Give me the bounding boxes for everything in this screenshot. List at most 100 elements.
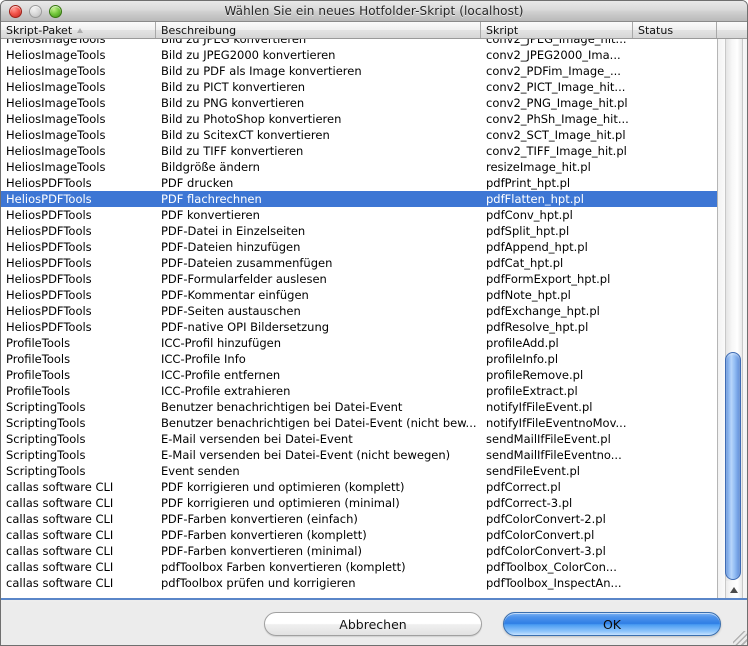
cell-paket: callas software CLI (6, 496, 114, 510)
cell-skript: pdfAppend_hpt.pl (486, 240, 588, 254)
table-row[interactable]: HeliosImageTools Bild zu ScitexCT konvert… (1, 127, 717, 143)
cell-beschreibung: E-Mail versenden bei Datei-Event (nicht … (161, 448, 451, 462)
table-row[interactable]: ProfileTools ICC-Profil hinzufügen profile… (1, 335, 717, 351)
cell-skript: sendFileEvent.pl (486, 464, 580, 478)
window-controls (9, 5, 62, 18)
resize-grip-icon[interactable] (733, 631, 747, 645)
table-row[interactable]: HeliosPDFTools PDF-Seiten austauschen pdfE… (1, 303, 717, 319)
cell-skript: conv2_PhSh_Image_hit... (486, 112, 629, 126)
table-row[interactable]: ProfileTools ICC-Profile entfernen profile… (1, 367, 717, 383)
ok-button[interactable]: OK (503, 612, 721, 636)
table-row[interactable]: HeliosImageTools Bild zu PNG konvertieren… (1, 95, 717, 111)
cell-skript: sendMailIfFileEvent.pl (486, 432, 611, 446)
cell-beschreibung: PDF-Farben konvertieren (komplett) (161, 528, 367, 542)
table-row[interactable]: HeliosImageTools Bild zu TIFF konvertiere… (1, 143, 717, 159)
cell-beschreibung: PDF-native OPI Bildersetzung (161, 320, 330, 334)
dialog-window: Wählen Sie ein neues Hotfolder-Skript (l… (0, 0, 748, 646)
zoom-button-icon[interactable] (49, 5, 62, 18)
cell-paket: HeliosPDFTools (6, 288, 92, 302)
table-row[interactable]: callas software CLI pdfToolbox Farben kon… (1, 559, 717, 575)
column-header-skript[interactable]: Skript (481, 22, 633, 38)
cell-skript: pdfSplit_hpt.pl (486, 224, 570, 238)
table-row[interactable]: HeliosPDFTools PDF flachrechnen pdfFlatten… (1, 191, 717, 207)
column-header-beschreibung[interactable]: Beschreibung (156, 22, 481, 38)
cell-beschreibung: Bild zu TIFF konvertieren (161, 144, 304, 158)
table-row[interactable]: HeliosPDFTools PDF-Kommentar einfügen pdfN… (1, 287, 717, 303)
column-header-label: Beschreibung (161, 24, 237, 37)
cell-paket: callas software CLI (6, 560, 114, 574)
cell-paket: ProfileTools (6, 384, 71, 398)
table-row[interactable]: callas software CLI PDF-Farben konvertier… (1, 527, 717, 543)
table-row[interactable]: HeliosImageTools Bild zu JPEG konvertiere… (1, 39, 717, 47)
cell-beschreibung: Event senden (161, 464, 240, 478)
table-header-row: Skript-Paket Beschreibung Skript Status (1, 22, 747, 39)
script-list[interactable]: HeliosImageTools Bild zu JPEG konvertiere… (1, 39, 717, 598)
cell-skript: pdfToolbox_InspectAn... (486, 576, 622, 590)
cell-skript: conv2_TIFF_Image_hit.pl (486, 144, 627, 158)
table-row[interactable]: ScriptingTools Event senden sendFileEvent.… (1, 463, 717, 479)
cell-beschreibung: Bild zu ScitexCT konvertieren (161, 128, 330, 142)
table-row[interactable]: HeliosImageTools Bild zu PhotoShop konver… (1, 111, 717, 127)
cell-beschreibung: PDF korrigieren und optimieren (minimal) (161, 496, 400, 510)
table-row[interactable]: HeliosPDFTools PDF-Datei in Einzelseiten p… (1, 223, 717, 239)
table-row[interactable]: HeliosPDFTools PDF-Dateien hinzufügen pdfA… (1, 239, 717, 255)
table-row[interactable]: HeliosImageTools Bildgröße ändern resizeIm… (1, 159, 717, 175)
cell-beschreibung: Bild zu PhotoShop konvertieren (161, 112, 342, 126)
cancel-button[interactable]: Abbrechen (264, 612, 482, 636)
column-header-skript-paket[interactable]: Skript-Paket (1, 22, 156, 38)
cell-skript: pdfNote_hpt.pl (486, 288, 571, 302)
table-row[interactable]: ProfileTools ICC-Profile Info profileInfo.… (1, 351, 717, 367)
scroll-up-arrow[interactable] (726, 581, 742, 598)
cell-beschreibung: Benutzer benachrichtigen bei Datei-Event… (161, 416, 477, 430)
cell-paket: HeliosImageTools (6, 112, 106, 126)
table-row[interactable]: HeliosPDFTools PDF-native OPI Bildersetzu… (1, 319, 717, 335)
cell-skript: resizeImage_hit.pl (486, 160, 591, 174)
cell-beschreibung: Benutzer benachrichtigen bei Datei-Event (161, 400, 403, 414)
table-row[interactable]: ScriptingTools E-Mail versenden bei Datei… (1, 447, 717, 463)
cell-beschreibung: Bild zu JPEG konvertieren (161, 39, 307, 46)
cell-skript: notifyIfFileEventnoMov... (486, 416, 627, 430)
cell-beschreibung: PDF-Kommentar einfügen (161, 288, 309, 302)
table-row[interactable]: ScriptingTools E-Mail versenden bei Datei… (1, 431, 717, 447)
scroll-down-arrow[interactable] (726, 599, 742, 600)
vertical-scrollbar[interactable] (717, 39, 747, 600)
close-button-icon[interactable] (9, 5, 22, 18)
table-row[interactable]: HeliosImageTools Bild zu PDF als Image ko… (1, 63, 717, 79)
cell-paket: callas software CLI (6, 528, 114, 542)
cell-beschreibung: ICC-Profile entfernen (161, 368, 281, 382)
cell-beschreibung: PDF-Seiten austauschen (161, 304, 301, 318)
scrollbar-arrow-group (725, 581, 743, 600)
table-row[interactable]: callas software CLI PDF korrigieren und o… (1, 479, 717, 495)
table-row[interactable]: callas software CLI PDF-Farben konvertier… (1, 511, 717, 527)
cell-skript: pdfFlatten_hpt.pl (486, 192, 584, 206)
table-row[interactable]: ScriptingTools Benutzer benachrichtigen b… (1, 399, 717, 415)
table-row[interactable]: HeliosPDFTools PDF drucken pdfPrint_hpt.pl (1, 175, 717, 191)
table-row[interactable]: callas software CLI pdfToolbox prüfen und… (1, 575, 717, 591)
cell-skript: profileAdd.pl (486, 336, 559, 350)
minimize-button-icon[interactable] (29, 5, 42, 18)
table-row[interactable]: callas software CLI PDF korrigieren und o… (1, 495, 717, 511)
cell-paket: HeliosImageTools (6, 64, 106, 78)
cell-paket: HeliosPDFTools (6, 304, 92, 318)
table-row[interactable]: ScriptingTools Benutzer benachrichtigen b… (1, 415, 717, 431)
table-row[interactable]: HeliosImageTools Bild zu JPEG2000 konvert… (1, 47, 717, 63)
table-row[interactable]: HeliosPDFTools PDF-Dateien zusammenfügen p… (1, 255, 717, 271)
cell-beschreibung: ICC-Profile extrahieren (161, 384, 291, 398)
cell-paket: ScriptingTools (6, 448, 86, 462)
title-bar: Wählen Sie ein neues Hotfolder-Skript (l… (1, 1, 747, 22)
column-header-status[interactable]: Status (633, 22, 717, 38)
scrollbar-thumb[interactable] (725, 352, 741, 580)
cell-beschreibung: PDF-Dateien hinzufügen (161, 240, 301, 254)
cell-skript: pdfCorrect.pl (486, 480, 561, 494)
cell-skript: pdfResolve_hpt.pl (486, 320, 589, 334)
cell-skript: profileInfo.pl (486, 352, 559, 366)
table-row[interactable]: HeliosPDFTools PDF-Formularfelder auslese… (1, 271, 717, 287)
cell-skript: conv2_JPEG2000_Ima... (486, 48, 621, 62)
table-row[interactable]: HeliosImageTools Bild zu PICT konvertiere… (1, 79, 717, 95)
cell-skript: conv2_PICT_Image_hit... (486, 80, 626, 94)
table-row[interactable]: HeliosPDFTools PDF konvertieren pdfConv_hp… (1, 207, 717, 223)
table-row[interactable]: ProfileTools ICC-Profile extrahieren profi… (1, 383, 717, 399)
table-row[interactable]: callas software CLI PDF-Farben konvertier… (1, 543, 717, 559)
cell-skript: profileExtract.pl (486, 384, 578, 398)
cell-paket: ScriptingTools (6, 432, 86, 446)
